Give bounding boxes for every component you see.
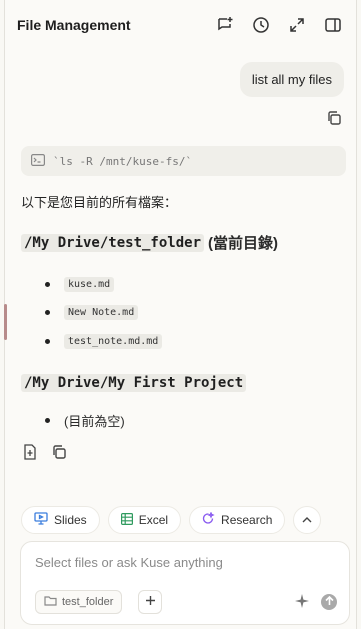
quick-action-chips: Slides Excel Research xyxy=(21,506,322,534)
excel-icon xyxy=(120,512,133,528)
sparkle-icon[interactable] xyxy=(295,594,309,613)
new-chat-icon[interactable] xyxy=(214,14,236,36)
excel-label: Excel xyxy=(138,513,169,527)
research-chip[interactable]: Research xyxy=(189,506,286,534)
user-message: list all my files xyxy=(239,62,344,97)
header-actions xyxy=(214,14,344,36)
add-context-button[interactable] xyxy=(138,590,162,614)
chat-panel: File Management list all my files `ls -R… xyxy=(4,0,357,629)
message-composer[interactable]: Select files or ask Kuse anything test_f… xyxy=(20,541,350,625)
slides-label: Slides xyxy=(54,513,87,527)
composer-input[interactable]: Select files or ask Kuse anything xyxy=(35,555,223,570)
arrow-up-icon xyxy=(324,593,334,611)
bullet xyxy=(45,310,50,315)
list-item: New Note.md xyxy=(45,299,162,327)
resize-handle[interactable] xyxy=(4,304,7,340)
section-path: /My Drive/My First Project xyxy=(21,374,247,392)
bullet xyxy=(45,418,50,423)
tool-command: `ls -R /mnt/kuse-fs/` xyxy=(53,154,193,168)
section-heading-test-folder: /My Drive/test_folder (當前目錄) xyxy=(21,232,278,253)
assistant-intro: 以下是您目前的所有檔案： xyxy=(21,195,178,210)
sidebar-toggle-icon[interactable] xyxy=(322,14,344,36)
section-path: /My Drive/test_folder xyxy=(21,233,205,252)
send-button[interactable] xyxy=(321,594,337,610)
list-item: test_note.md.md xyxy=(45,327,163,355)
section-suffix: (當前目錄) xyxy=(208,235,279,252)
list-item: kuse.md xyxy=(45,270,162,298)
research-label: Research xyxy=(221,513,273,527)
slides-chip[interactable]: Slides xyxy=(21,506,100,534)
file-name: test_note.md.md xyxy=(64,333,163,349)
section-heading-first-project: /My Drive/My First Project xyxy=(21,374,247,392)
copy-icon[interactable] xyxy=(326,110,342,126)
header: File Management xyxy=(5,0,356,50)
bullet xyxy=(45,338,50,344)
slides-icon xyxy=(34,512,48,528)
terminal-icon xyxy=(31,153,46,169)
bullet xyxy=(45,281,50,287)
folder-icon xyxy=(44,595,57,609)
file-name: kuse.md xyxy=(64,276,115,292)
empty-note: (目前為空) xyxy=(64,414,125,429)
list-item: (目前為空) xyxy=(45,411,125,430)
folder-name: test_folder xyxy=(62,596,114,608)
copy-icon[interactable] xyxy=(51,444,67,460)
plus-icon xyxy=(145,593,156,611)
excel-chip[interactable]: Excel xyxy=(107,506,182,534)
history-icon[interactable] xyxy=(250,14,272,36)
file-name: New Note.md xyxy=(64,305,139,320)
save-file-icon[interactable] xyxy=(23,444,37,460)
tool-call-block[interactable]: `ls -R /mnt/kuse-fs/` xyxy=(21,146,346,176)
file-list: kuse.md New Note.md test_note.md.md xyxy=(45,270,163,356)
panel-title: File Management xyxy=(17,17,131,33)
message-actions xyxy=(23,444,67,460)
research-icon xyxy=(202,511,215,528)
expand-icon[interactable] xyxy=(286,14,308,36)
collapse-chips-button[interactable] xyxy=(293,506,322,534)
folder-context-chip[interactable]: test_folder xyxy=(35,590,123,614)
chevron-up-icon xyxy=(302,513,312,527)
